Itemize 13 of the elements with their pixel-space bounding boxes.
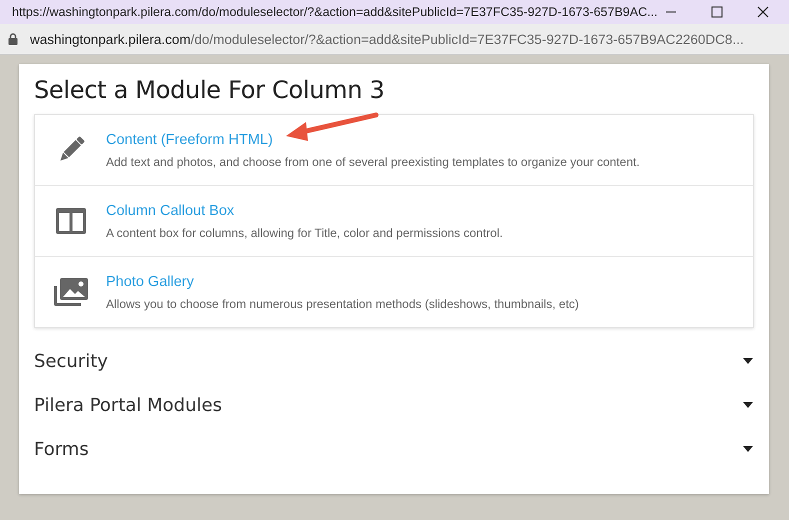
module-description: A content box for columns, allowing for Title, color and permissions control.	[106, 226, 503, 240]
columns-icon	[56, 208, 86, 234]
lock-icon	[8, 33, 18, 45]
section-header[interactable]: Pilera Portal Modules	[34, 383, 754, 427]
photo-gallery-icon	[54, 278, 88, 306]
module-description: Allows you to choose from numerous presentation methods (slideshows, thumbnails, etc)	[106, 296, 579, 310]
close-icon[interactable]	[756, 6, 769, 18]
section-header[interactable]: Forms	[34, 427, 754, 471]
module-description: Add text and photos, and choose from one of several preexisting templates to organize your content.	[106, 154, 640, 168]
maximize-icon[interactable]	[710, 6, 723, 18]
dialog-heading: Select a Module For Column 3	[34, 76, 386, 104]
section-header[interactable]: Security	[34, 339, 754, 383]
window-title: https://washingtonpark.pilera.com/do/moduleselector/?&action=add&sitePublicId=7E37FC35-927D-1673-657B9AC...	[12, 5, 658, 19]
